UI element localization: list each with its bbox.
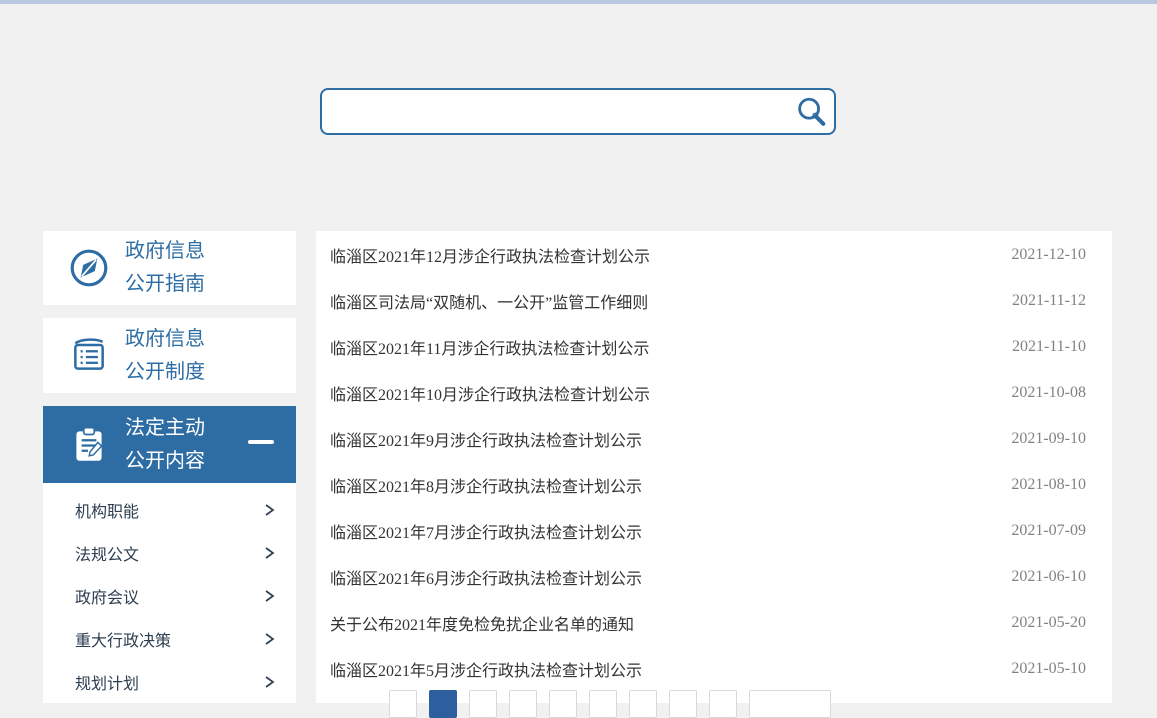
news-date: 2021-11-12 — [1012, 292, 1086, 310]
list-item[interactable]: 临淄区2021年7月涉企行政执法检查计划公示 2021-07-09 — [316, 508, 1112, 554]
chevron-right-icon — [262, 674, 276, 690]
submenu-item[interactable]: 政府会议 — [43, 574, 296, 617]
news-date: 2021-07-09 — [1011, 522, 1086, 540]
search-icon — [794, 95, 828, 129]
news-title-link[interactable]: 关于公布2021年度免检免扰企业名单的通知 — [330, 611, 634, 635]
sidebar-item-system[interactable]: 政府信息 公开制度 — [43, 318, 296, 393]
compass-icon — [67, 246, 111, 290]
chevron-right-icon — [262, 502, 276, 518]
sidebar-item-label: 政府信息 公开指南 — [125, 235, 205, 301]
top-accent-bar — [0, 0, 1157, 4]
news-title-link[interactable]: 临淄区2021年6月涉企行政执法检查计划公示 — [330, 565, 642, 589]
pagination-button[interactable] — [669, 690, 697, 718]
list-item[interactable]: 临淄区2021年10月涉企行政执法检查计划公示 2021-10-08 — [316, 370, 1112, 416]
sidebar-item-statutory-active[interactable]: 法定主动 公开内容 — [43, 406, 296, 483]
sidebar-item-label: 政府信息 公开制度 — [125, 323, 205, 389]
pagination-button[interactable] — [509, 690, 537, 718]
list-item[interactable]: 临淄区司法局“双随机、一公开”监管工作细则 2021-11-12 — [316, 278, 1112, 324]
news-title-link[interactable]: 临淄区2021年12月涉企行政执法检查计划公示 — [330, 243, 650, 267]
news-title-link[interactable]: 临淄区2021年11月涉企行政执法检查计划公示 — [330, 335, 649, 359]
pagination — [389, 690, 831, 718]
submenu-item-label: 重大行政决策 — [75, 627, 171, 651]
sidebar-submenu: 机构职能 法规公文 政府会议 重大行政决策 — [43, 483, 296, 703]
collapse-minus-icon[interactable] — [248, 440, 274, 444]
list-item[interactable]: 临淄区2021年8月涉企行政执法检查计划公示 2021-08-10 — [316, 462, 1112, 508]
pagination-button[interactable] — [709, 690, 737, 718]
news-date: 2021-08-10 — [1011, 476, 1086, 494]
news-title-link[interactable]: 临淄区2021年10月涉企行政执法检查计划公示 — [330, 381, 650, 405]
ledger-icon — [67, 334, 111, 378]
news-title-link[interactable]: 临淄区司法局“双随机、一公开”监管工作细则 — [330, 289, 648, 313]
search-button[interactable] — [788, 90, 834, 133]
news-date: 2021-12-10 — [1011, 246, 1086, 264]
article-list-panel: 临淄区2021年12月涉企行政执法检查计划公示 2021-12-10 临淄区司法… — [316, 231, 1112, 703]
sidebar-item-label: 法定主动 公开内容 — [125, 412, 205, 478]
clipboard-pencil-icon — [67, 423, 111, 467]
news-list: 临淄区2021年12月涉企行政执法检查计划公示 2021-12-10 临淄区司法… — [316, 231, 1112, 692]
news-title-link[interactable]: 临淄区2021年5月涉企行政执法检查计划公示 — [330, 657, 642, 681]
list-item[interactable]: 临淄区2021年9月涉企行政执法检查计划公示 2021-09-10 — [316, 416, 1112, 462]
sidebar: 政府信息 公开指南 政府信息 公开制度 — [43, 231, 296, 703]
submenu-item[interactable]: 重大行政决策 — [43, 617, 296, 660]
news-date: 2021-06-10 — [1011, 568, 1086, 586]
search-input[interactable] — [322, 90, 788, 133]
news-title-link[interactable]: 临淄区2021年8月涉企行政执法检查计划公示 — [330, 473, 642, 497]
pagination-button[interactable] — [429, 690, 457, 718]
news-date: 2021-10-08 — [1011, 384, 1086, 402]
news-title-link[interactable]: 临淄区2021年7月涉企行政执法检查计划公示 — [330, 519, 642, 543]
pagination-button[interactable] — [629, 690, 657, 718]
sidebar-item-guide[interactable]: 政府信息 公开指南 — [43, 231, 296, 305]
submenu-item-label: 规划计划 — [75, 670, 139, 694]
submenu-item-label: 机构职能 — [75, 498, 139, 522]
pagination-button[interactable] — [469, 690, 497, 718]
list-item[interactable]: 临淄区2021年6月涉企行政执法检查计划公示 2021-06-10 — [316, 554, 1112, 600]
chevron-right-icon — [262, 588, 276, 604]
news-title-link[interactable]: 临淄区2021年9月涉企行政执法检查计划公示 — [330, 427, 642, 451]
pagination-button[interactable] — [389, 690, 417, 718]
submenu-item-label: 法规公文 — [75, 541, 139, 565]
search-bar — [320, 88, 836, 135]
submenu-item[interactable]: 机构职能 — [43, 488, 296, 531]
news-date: 2021-09-10 — [1011, 430, 1086, 448]
list-item[interactable]: 临淄区2021年11月涉企行政执法检查计划公示 2021-11-10 — [316, 324, 1112, 370]
list-item[interactable]: 临淄区2021年5月涉企行政执法检查计划公示 2021-05-10 — [316, 646, 1112, 692]
submenu-item[interactable]: 法规公文 — [43, 531, 296, 574]
news-date: 2021-05-10 — [1011, 660, 1086, 678]
list-item[interactable]: 临淄区2021年12月涉企行政执法检查计划公示 2021-12-10 — [316, 232, 1112, 278]
pagination-button[interactable] — [549, 690, 577, 718]
news-date: 2021-11-10 — [1012, 338, 1086, 356]
submenu-item-label: 政府会议 — [75, 584, 139, 608]
submenu-item[interactable]: 规划计划 — [43, 660, 296, 703]
pagination-button[interactable] — [749, 690, 831, 718]
pagination-button[interactable] — [589, 690, 617, 718]
news-date: 2021-05-20 — [1011, 614, 1086, 632]
chevron-right-icon — [262, 545, 276, 561]
chevron-right-icon — [262, 631, 276, 647]
list-item[interactable]: 关于公布2021年度免检免扰企业名单的通知 2021-05-20 — [316, 600, 1112, 646]
